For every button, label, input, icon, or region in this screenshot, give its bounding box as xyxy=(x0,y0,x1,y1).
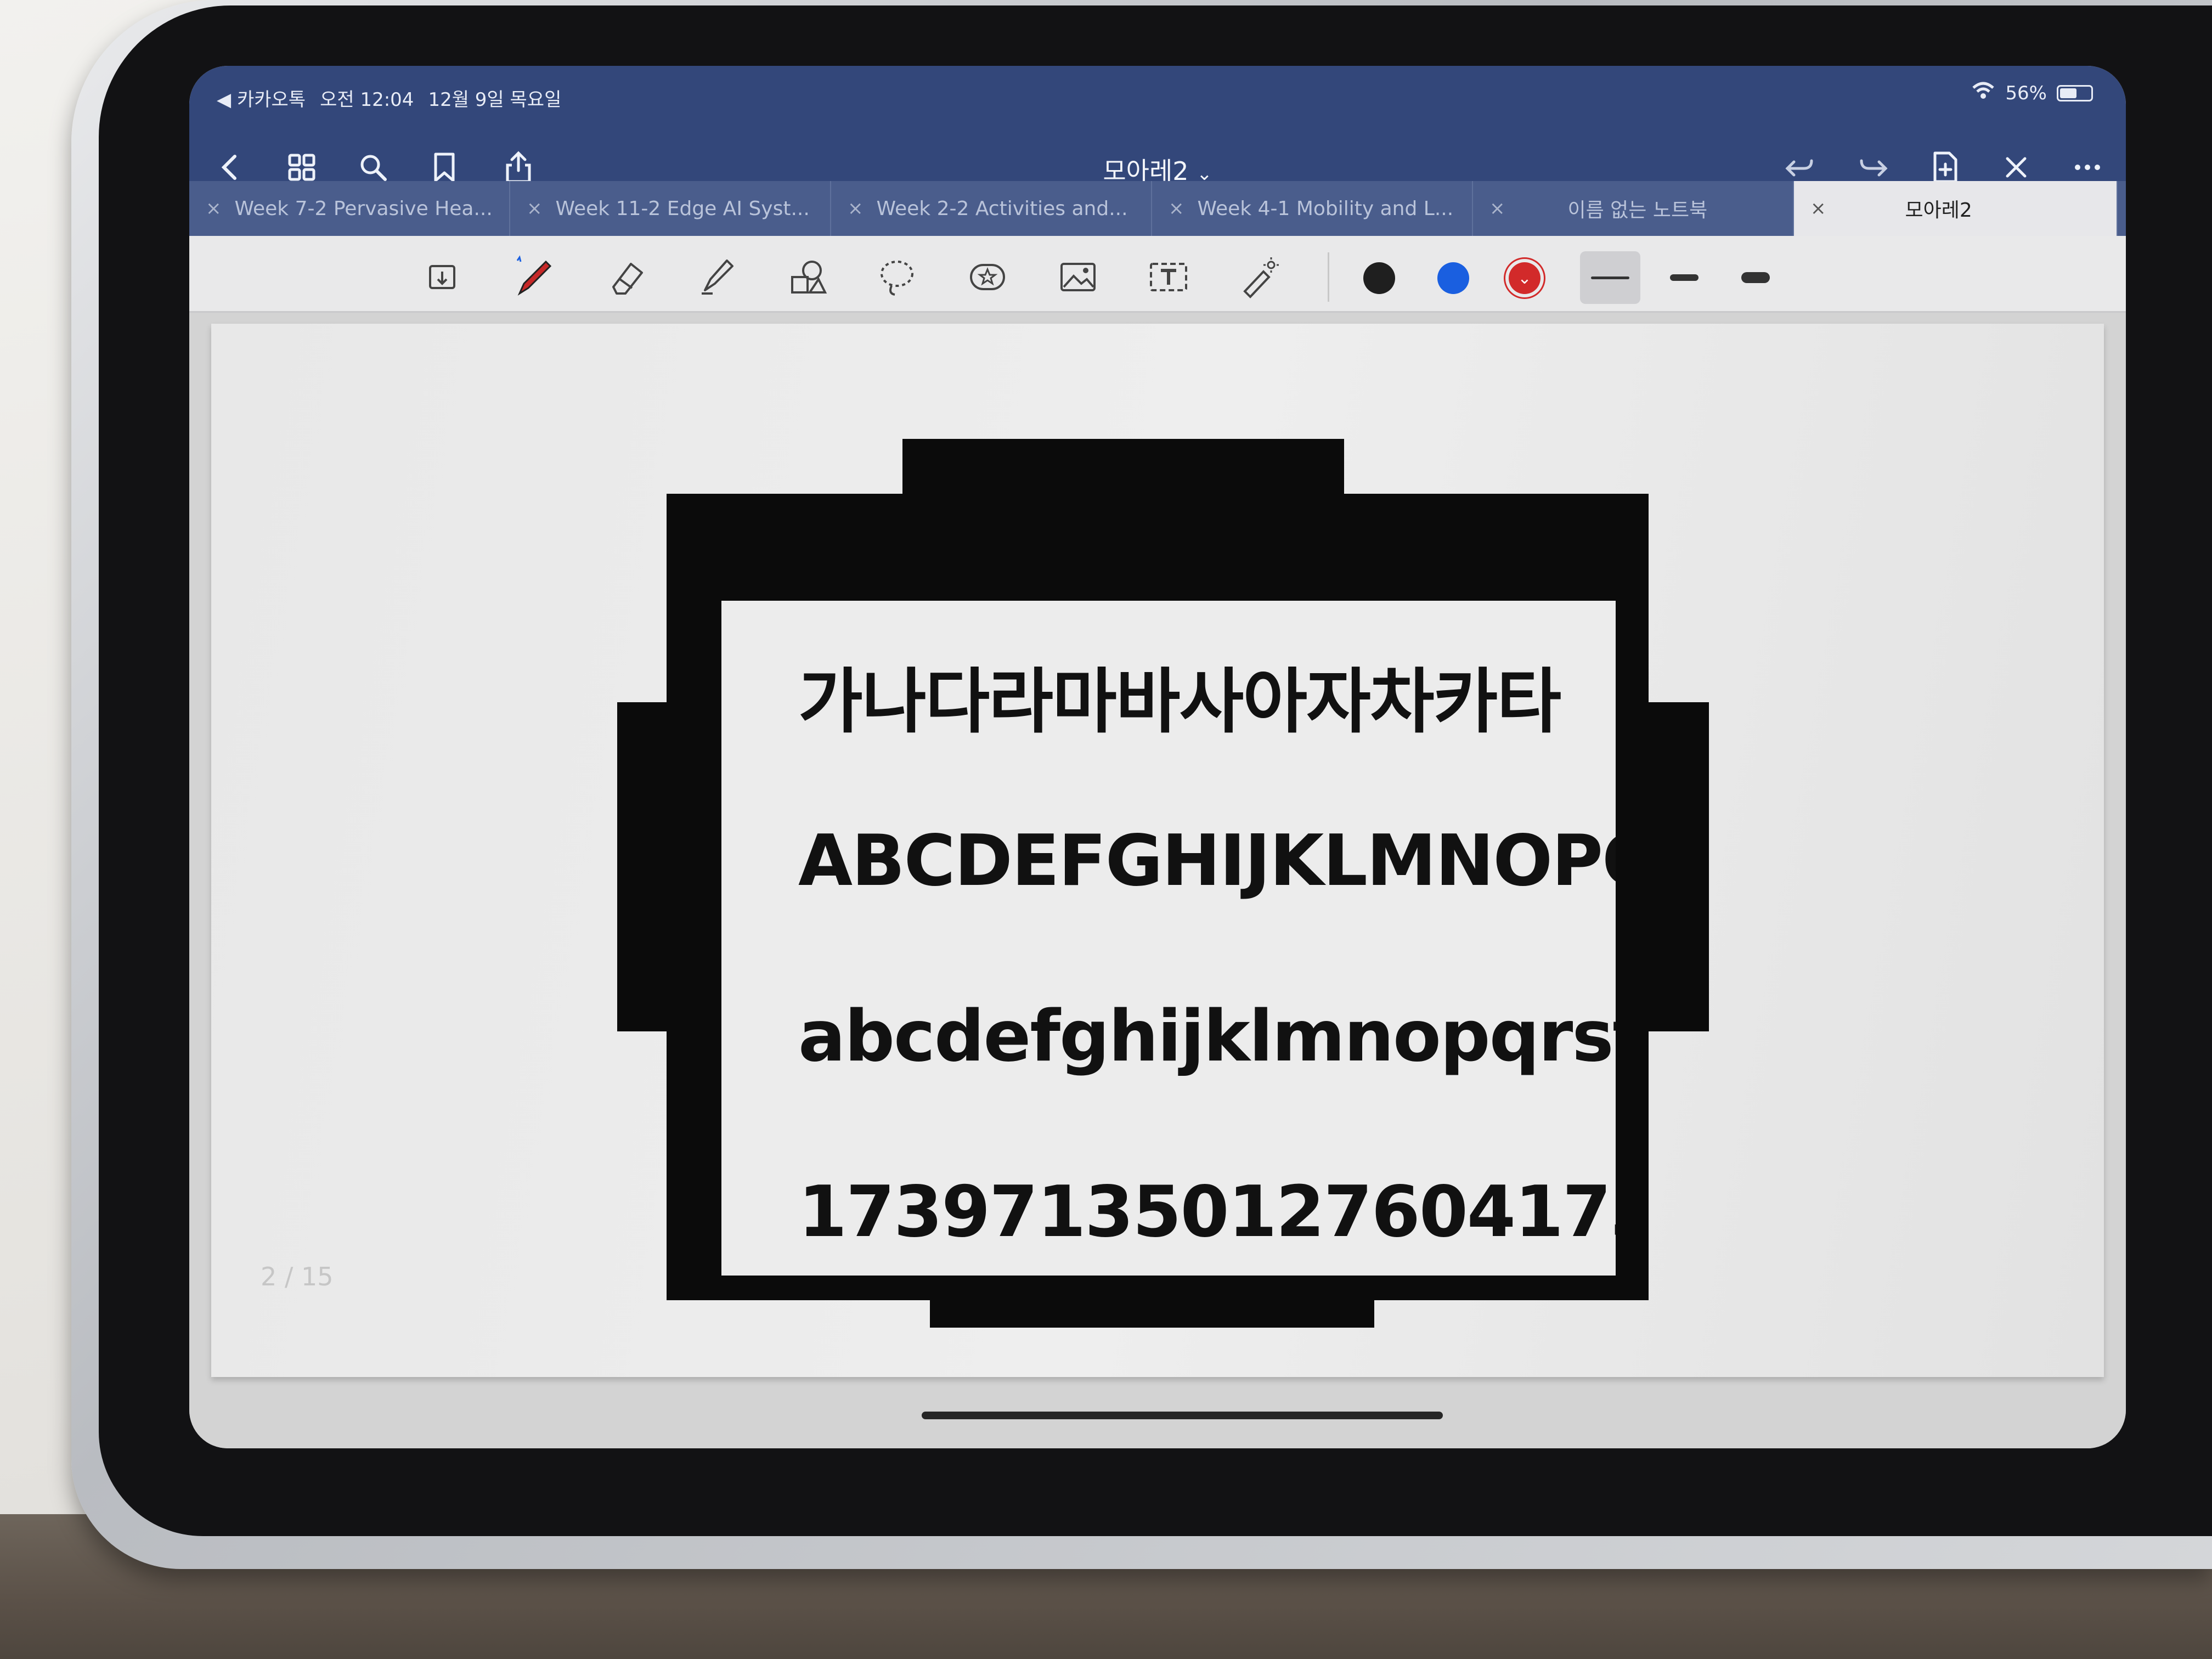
stroke-thin-button[interactable] xyxy=(1580,251,1640,304)
highlighter-icon[interactable] xyxy=(691,252,741,302)
tab-bar: × Week 7-2 Pervasive Hea... × Week 11-2 … xyxy=(189,181,2126,236)
pattern-digits-line: 1739713501276041736394 xyxy=(798,1171,1616,1253)
status-time: 오전 12:04 xyxy=(320,89,414,111)
notebook-page[interactable]: 가나다라마바사아자차카타 ABCDEFGHIJKLMNOPQRS abcdefg… xyxy=(211,324,2104,1377)
tab-close-icon[interactable]: × xyxy=(1810,198,1826,219)
tablet-screen: ◀ 카카오톡 오전 12:04 12월 9일 목요일 56% 모아레2 ⌄ × … xyxy=(189,66,2126,1448)
pen-icon[interactable] xyxy=(510,252,560,302)
page-indicator: 2 / 15 xyxy=(261,1262,334,1291)
color-swatch-blue[interactable] xyxy=(1437,262,1469,294)
pattern-text-window: 가나다라마바사아자차카타 ABCDEFGHIJKLMNOPQRS abcdefg… xyxy=(721,601,1616,1276)
color-swatch-black[interactable] xyxy=(1363,262,1395,294)
shapes-icon[interactable] xyxy=(782,252,831,302)
tab-untitled-notebook[interactable]: × 이름 없는 노트북 xyxy=(1473,181,1794,236)
lasso-icon[interactable] xyxy=(872,252,922,302)
stroke-thick-preview xyxy=(1741,272,1770,283)
color-swatch-red-selected[interactable]: ⌄ xyxy=(1509,262,1541,294)
tab-moire2[interactable]: × 모아레2 xyxy=(1794,181,2118,236)
tab-label: Week 11-2 Edge AI Syst... xyxy=(555,197,810,220)
tab-close-icon[interactable]: × xyxy=(206,198,222,219)
stroke-medium-button[interactable] xyxy=(1654,251,1714,304)
drawing-toolbar: ⌄ xyxy=(189,236,2126,313)
stroke-medium-preview xyxy=(1670,274,1699,281)
pattern-uppercase-line: ABCDEFGHIJKLMNOPQRS xyxy=(798,820,1616,902)
stroke-thin-preview xyxy=(1591,276,1629,279)
read-only-icon[interactable] xyxy=(420,252,469,302)
pattern-lowercase-line: abcdefghijklmnopqrstuvwx xyxy=(798,996,1616,1077)
tab-close-icon[interactable]: × xyxy=(1489,198,1505,219)
tab-close-icon[interactable]: × xyxy=(848,198,864,219)
tab-close-icon[interactable]: × xyxy=(527,198,543,219)
tab-close-icon[interactable]: × xyxy=(1169,198,1184,219)
check-icon: ⌄ xyxy=(1517,268,1532,288)
tab-week-7-2[interactable]: × Week 7-2 Pervasive Hea... xyxy=(189,181,510,236)
eraser-icon[interactable] xyxy=(601,252,650,302)
page-area[interactable]: 가나다라마바사아자차카타 ABCDEFGHIJKLMNOPQRS abcdefg… xyxy=(189,313,2126,1448)
text-icon[interactable] xyxy=(1144,252,1193,302)
home-indicator[interactable] xyxy=(922,1412,1443,1419)
sticker-icon[interactable] xyxy=(963,252,1012,302)
tab-week-11-2[interactable]: × Week 11-2 Edge AI Syst... xyxy=(510,181,831,236)
pattern-hangul-line: 가나다라마바사아자차카타 xyxy=(798,661,1561,743)
battery-icon xyxy=(2057,84,2093,101)
back-to-app-link[interactable]: ◀ 카카오톡 xyxy=(217,84,306,111)
laser-pointer-icon[interactable] xyxy=(1234,252,1284,302)
wifi-icon xyxy=(1971,81,1995,105)
status-date: 12월 9일 목요일 xyxy=(428,89,562,111)
tab-label: Week 4-1 Mobility and L... xyxy=(1197,197,1454,220)
image-icon[interactable] xyxy=(1053,252,1103,302)
battery-percent: 56% xyxy=(2005,82,2047,104)
status-bar: ◀ 카카오톡 오전 12:04 12월 9일 목요일 56% xyxy=(189,66,2126,126)
tab-week-4-1[interactable]: × Week 4-1 Mobility and L... xyxy=(1152,181,1473,236)
tab-label: Week 2-2 Activities and... xyxy=(876,197,1128,220)
toolbar-divider xyxy=(1328,252,1329,302)
tab-label: 이름 없는 노트북 xyxy=(1567,199,1708,222)
tab-label: Week 7-2 Pervasive Hea... xyxy=(234,197,493,220)
stroke-thick-button[interactable] xyxy=(1725,251,1786,304)
tab-week-2-2[interactable]: × Week 2-2 Activities and... xyxy=(831,181,1152,236)
tab-label: 모아레2 xyxy=(1905,199,1972,222)
